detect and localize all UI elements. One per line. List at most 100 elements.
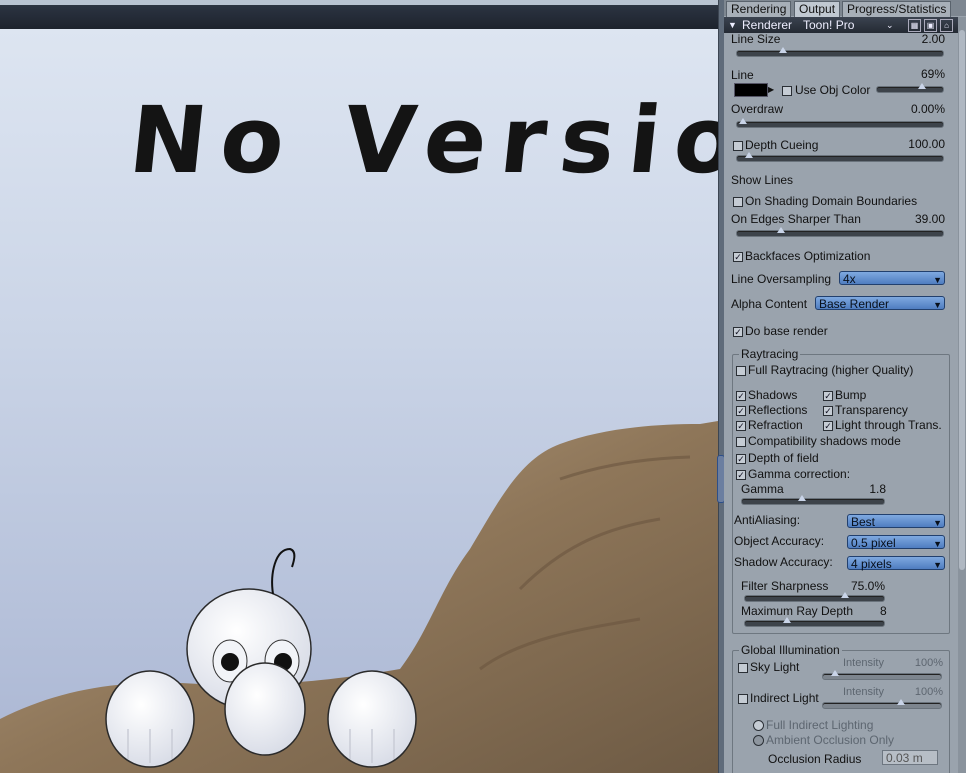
bump-label: Bump (835, 388, 867, 402)
renderer-name[interactable]: Toon! Pro (803, 17, 854, 33)
gamma-slider[interactable] (741, 495, 885, 505)
occlusion-radius-field[interactable]: 0.03 m (882, 750, 938, 765)
do-base-render-label: Do base render (745, 324, 828, 338)
backfaces-label: Backfaces Optimization (745, 249, 871, 263)
line-oversampling-value: 4x (843, 272, 856, 286)
slider-knob[interactable] (739, 118, 747, 124)
overdraw-slider[interactable] (736, 118, 944, 128)
antialiasing-dropdown[interactable]: Best ▼ (847, 514, 945, 529)
slider-knob[interactable] (745, 152, 753, 158)
slider-knob[interactable] (783, 617, 791, 623)
line-size-label: Line Size (731, 32, 781, 46)
shadow-accuracy-dropdown[interactable]: 4 pixels ▼ (847, 556, 945, 571)
overdraw-label: Overdraw (731, 102, 784, 116)
alpha-content-dropdown[interactable]: Base Render ▼ (815, 296, 945, 311)
tab-rendering[interactable]: Rendering (726, 1, 792, 17)
filter-sharpness-slider[interactable] (744, 592, 885, 602)
full-indirect-radio[interactable] (753, 720, 764, 731)
ambient-occlusion-radio[interactable] (753, 735, 764, 746)
tab-progress-statistics[interactable]: Progress/Statistics (842, 1, 952, 17)
antialiasing-label: AntiAliasing: (734, 513, 801, 527)
max-ray-depth-slider[interactable] (744, 617, 885, 627)
slider-knob[interactable] (897, 699, 905, 705)
render-viewport[interactable]: No Version (0, 29, 718, 773)
slider-knob[interactable] (798, 495, 806, 501)
slider-knob[interactable] (918, 83, 926, 89)
depth-cueing-slider[interactable] (736, 152, 944, 162)
line-size-value: 2.00 (921, 32, 945, 46)
compat-shadows-label: Compatibility shadows mode (748, 434, 901, 448)
slider-knob[interactable] (779, 47, 787, 53)
indirect-light-checkbox[interactable] (738, 694, 748, 704)
compat-shadows-checkbox[interactable] (736, 437, 746, 447)
max-ray-depth-value: 8 (880, 604, 887, 618)
line-opacity-slider[interactable] (876, 83, 944, 93)
refraction-checkbox[interactable]: ✓ (736, 421, 746, 431)
indirect-intensity-slider[interactable] (822, 699, 942, 709)
sky-intensity-slider[interactable] (822, 670, 942, 680)
gamma-correction-label: Gamma correction: (748, 467, 851, 481)
depth-cueing-value: 100.00 (908, 137, 945, 151)
sky-intensity-label: Intensity (843, 657, 884, 669)
on-edges-label: On Edges Sharper Than (731, 212, 861, 226)
renderer-label: Renderer (742, 18, 793, 32)
light-through-label: Light through Trans. (835, 418, 942, 432)
backfaces-checkbox[interactable]: ✓ (733, 252, 743, 262)
indirect-intensity-label: Intensity (843, 686, 884, 698)
tab-bar: Rendering Output Progress/Statistics (724, 0, 966, 17)
depth-of-field-checkbox[interactable]: ✓ (736, 454, 746, 464)
edges-slider[interactable] (736, 227, 944, 237)
full-raytracing-checkbox[interactable] (736, 366, 746, 376)
indirect-light-label: Indirect Light (750, 691, 819, 705)
sky-light-checkbox[interactable] (738, 663, 748, 673)
scrollbar-thumb[interactable] (959, 30, 965, 570)
sky-light-label: Sky Light (750, 660, 800, 674)
line-oversampling-dropdown[interactable]: 4x ▼ (839, 271, 945, 286)
tab-output[interactable]: Output (794, 1, 841, 17)
reflections-label: Reflections (748, 403, 808, 417)
transparency-checkbox[interactable]: ✓ (823, 406, 833, 416)
on-shading-label: On Shading Domain Boundaries (745, 194, 918, 208)
antialiasing-value: Best (851, 515, 876, 529)
indirect-intensity-value: 100% (914, 686, 943, 698)
dropdown-arrow-icon: ▼ (933, 539, 942, 549)
renderer-header[interactable]: ▼ Renderer Toon! Pro ⌄ ▦ ▣ ⌂ (724, 17, 966, 33)
collapse-triangle-icon[interactable]: ▼ (728, 17, 737, 33)
show-lines-label: Show Lines (731, 173, 794, 187)
object-accuracy-dropdown[interactable]: 0.5 pixel ▼ (847, 535, 945, 550)
gamma-label: Gamma (741, 482, 784, 496)
depth-cueing-checkbox[interactable] (733, 141, 743, 151)
renderer-dropdown-icon[interactable]: ⌄ (886, 17, 894, 33)
do-base-render-checkbox[interactable]: ✓ (733, 327, 743, 337)
color-menu-arrow-icon[interactable]: ▶ (768, 85, 774, 94)
save-icon[interactable]: ▣ (924, 19, 937, 32)
preset-icon[interactable]: ▦ (908, 19, 921, 32)
bump-checkbox[interactable]: ✓ (823, 391, 833, 401)
line-color-swatch[interactable] (734, 83, 768, 97)
use-obj-color-checkbox[interactable] (782, 86, 792, 96)
slider-knob[interactable] (777, 227, 785, 233)
filter-sharpness-label: Filter Sharpness (741, 579, 829, 593)
light-through-checkbox[interactable]: ✓ (823, 421, 833, 431)
on-shading-checkbox[interactable] (733, 197, 743, 207)
slider-knob[interactable] (831, 670, 839, 676)
viewport-toolbar (0, 5, 722, 30)
object-accuracy-label: Object Accuracy: (734, 534, 825, 548)
lock-icon[interactable]: ⌂ (940, 19, 953, 32)
slider-knob[interactable] (841, 592, 849, 598)
alpha-content-label: Alpha Content (731, 297, 808, 311)
ambient-occlusion-label: Ambient Occlusion Only (766, 733, 895, 747)
filter-sharpness-value: 75.0% (851, 579, 886, 593)
transparency-label: Transparency (835, 403, 908, 417)
global-illumination-title: Global Illumination (739, 643, 842, 657)
on-edges-value: 39.00 (914, 212, 945, 226)
line-value: 69% (920, 67, 945, 81)
reflections-checkbox[interactable]: ✓ (736, 406, 746, 416)
line-size-slider[interactable] (736, 47, 944, 57)
gamma-value: 1.8 (869, 482, 886, 496)
use-obj-color-label: Use Obj Color (795, 83, 871, 97)
shadows-checkbox[interactable]: ✓ (736, 391, 746, 401)
gamma-correction-checkbox[interactable]: ✓ (736, 470, 746, 480)
max-ray-depth-label: Maximum Ray Depth (741, 604, 854, 618)
full-indirect-label: Full Indirect Lighting (766, 718, 874, 732)
